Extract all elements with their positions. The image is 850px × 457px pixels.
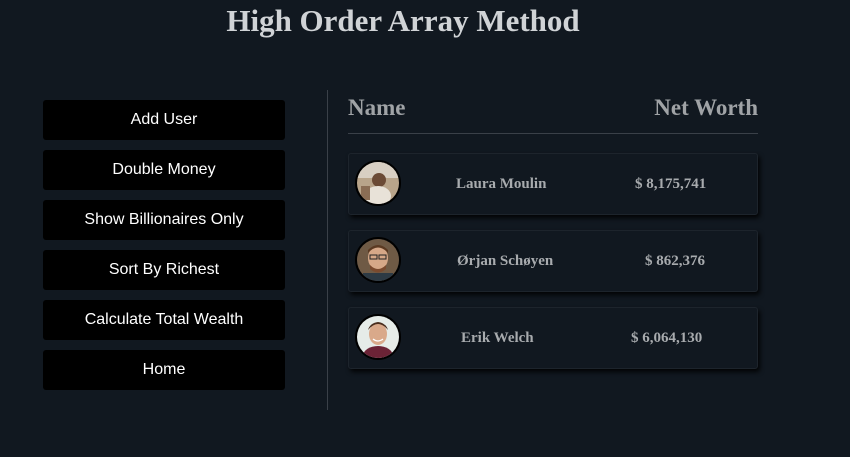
user-card: Laura Moulin $ 8,175,741 (348, 153, 758, 215)
avatar (355, 160, 401, 206)
user-card: Erik Welch $ 6,064,130 (348, 307, 758, 369)
table-header: Name Net Worth (348, 95, 758, 134)
avatar (355, 314, 401, 360)
home-button[interactable]: Home (43, 350, 285, 390)
user-card: Ørjan Schøyen $ 862,376 (348, 230, 758, 292)
sidebar: Add User Double Money Show Billionaires … (43, 100, 285, 400)
column-header-name: Name (348, 95, 406, 120)
user-name: Laura Moulin (456, 176, 547, 192)
user-name: Erik Welch (461, 330, 534, 346)
user-net-worth: $ 862,376 (645, 253, 705, 269)
double-money-button[interactable]: Double Money (43, 150, 285, 190)
page-title: High Order Array Method (226, 3, 580, 38)
show-billionaires-button[interactable]: Show Billionaires Only (43, 200, 285, 240)
user-name: Ørjan Schøyen (457, 253, 554, 269)
vertical-divider (327, 90, 328, 410)
avatar (355, 237, 401, 283)
user-table: Name Net Worth Laura Moulin $ 8,175,741 (348, 95, 758, 369)
add-user-button[interactable]: Add User (43, 100, 285, 140)
user-net-worth: $ 8,175,741 (635, 176, 707, 192)
page: High Order Array Method Add User Double … (0, 0, 850, 457)
user-net-worth: $ 6,064,130 (631, 330, 703, 346)
calculate-total-wealth-button[interactable]: Calculate Total Wealth (43, 300, 285, 340)
column-header-net-worth: Net Worth (654, 95, 758, 120)
sort-by-richest-button[interactable]: Sort By Richest (43, 250, 285, 290)
